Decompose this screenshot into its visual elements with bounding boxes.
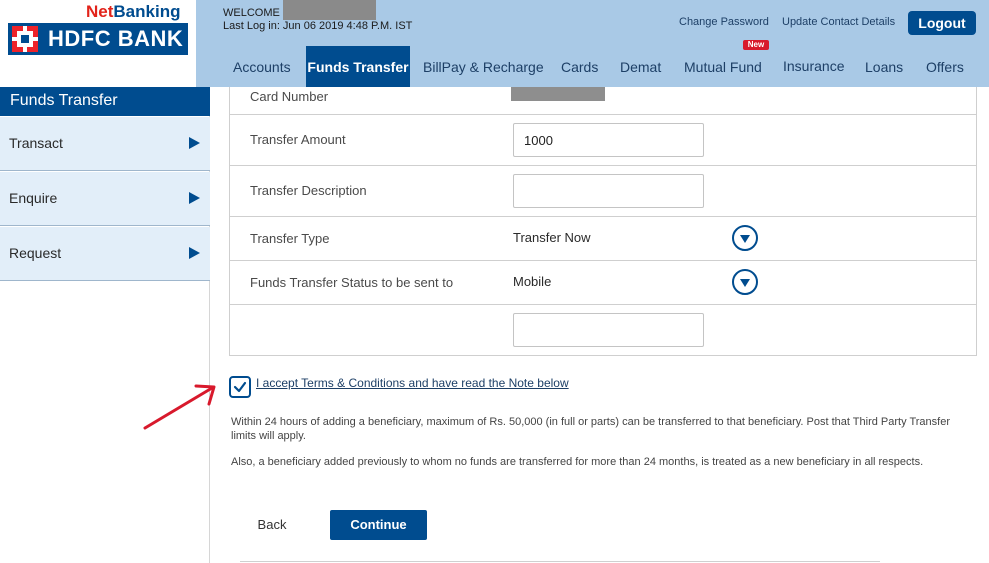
- sidebar-title: Funds Transfer: [0, 87, 210, 116]
- note-paragraph-1: Within 24 hours of adding a beneficiary,…: [231, 416, 951, 442]
- terms-link[interactable]: I accept Terms & Conditions and have rea…: [256, 376, 569, 390]
- sidebar-item-enquire[interactable]: Enquire: [0, 172, 210, 226]
- nav-mutual-fund[interactable]: Mutual Fund: [684, 59, 762, 75]
- status-row: Funds Transfer Status to be sent to Mobi…: [230, 261, 976, 305]
- note-paragraph-2: Also, a beneficiary added previously to …: [231, 456, 924, 468]
- hdfc-emblem-icon: [12, 26, 38, 52]
- chevron-down-icon[interactable]: [732, 225, 758, 251]
- terms-checkbox[interactable]: [229, 376, 251, 398]
- status-sent-to-label: Funds Transfer Status to be sent to: [250, 275, 454, 290]
- welcome-label: WELCOME: [223, 7, 280, 19]
- status-sent-to-value[interactable]: Mobile: [513, 274, 551, 289]
- transfer-description-label: Transfer Description: [250, 183, 367, 198]
- transfer-description-row: Transfer Description: [230, 166, 976, 217]
- continue-button[interactable]: Continue: [330, 510, 427, 540]
- nav-funds-transfer[interactable]: Funds Transfer: [306, 46, 410, 87]
- sidebar-item-request[interactable]: Request: [0, 227, 210, 281]
- back-button[interactable]: Back: [243, 510, 301, 540]
- card-number-label: Card Number: [250, 89, 329, 104]
- mobile-number-input[interactable]: [513, 313, 704, 347]
- hdfc-logo[interactable]: HDFC BANK: [8, 23, 188, 55]
- sidebar-item-label: Enquire: [9, 190, 58, 206]
- nav-insurance[interactable]: Insurance: [783, 58, 844, 74]
- netbanking-logo-text: NetBanking: [86, 2, 180, 22]
- red-arrow-annotation-icon: [143, 384, 216, 430]
- arrow-right-icon: [189, 192, 200, 204]
- top-header: NetBanking HDFC BANK WELCOME Last Log in…: [0, 0, 989, 87]
- username-redacted: [283, 0, 376, 20]
- change-password-link[interactable]: Change Password: [679, 16, 769, 28]
- card-number-row: Card Number: [230, 87, 976, 115]
- nav-cards[interactable]: Cards: [561, 59, 598, 75]
- checkmark-icon: [233, 381, 247, 393]
- arrow-right-icon: [189, 137, 200, 149]
- transfer-description-input[interactable]: [513, 174, 704, 208]
- transfer-amount-row: Transfer Amount: [230, 115, 976, 166]
- last-login-text: Last Log in: Jun 06 2019 4:48 P.M. IST: [223, 20, 413, 32]
- sidebar-item-label: Transact: [9, 135, 63, 151]
- nav-offers[interactable]: Offers: [926, 59, 964, 75]
- transfer-amount-label: Transfer Amount: [250, 132, 346, 147]
- nav-billpay-recharge[interactable]: BillPay & Recharge: [423, 59, 544, 75]
- sidebar: Funds Transfer Transact Enquire Request: [0, 87, 210, 563]
- netbanking-logo-part2: Banking: [113, 2, 181, 21]
- transfer-type-value[interactable]: Transfer Now: [513, 230, 591, 245]
- transfer-form: Card Number Transfer Amount Transfer Des…: [229, 87, 977, 356]
- card-number-redacted: [511, 87, 605, 101]
- hdfc-logo-text: HDFC BANK: [48, 26, 184, 51]
- netbanking-logo-part1: Net: [86, 2, 114, 21]
- arrow-right-icon: [189, 247, 200, 259]
- sidebar-item-transact[interactable]: Transact: [0, 117, 210, 171]
- chevron-down-icon[interactable]: [732, 269, 758, 295]
- new-badge: New: [743, 40, 769, 50]
- logout-button[interactable]: Logout: [908, 11, 976, 35]
- divider: [240, 561, 880, 562]
- mobile-row: [230, 305, 976, 355]
- transfer-amount-input[interactable]: [513, 123, 704, 157]
- nav-accounts[interactable]: Accounts: [233, 59, 291, 75]
- update-contact-link[interactable]: Update Contact Details: [782, 16, 895, 28]
- transfer-type-row: Transfer Type Transfer Now: [230, 217, 976, 261]
- sidebar-item-label: Request: [9, 245, 62, 261]
- transfer-type-label: Transfer Type: [250, 231, 330, 246]
- nav-demat[interactable]: Demat: [620, 59, 661, 75]
- nav-loans[interactable]: Loans: [865, 59, 903, 75]
- logo-area: NetBanking HDFC BANK: [0, 0, 196, 87]
